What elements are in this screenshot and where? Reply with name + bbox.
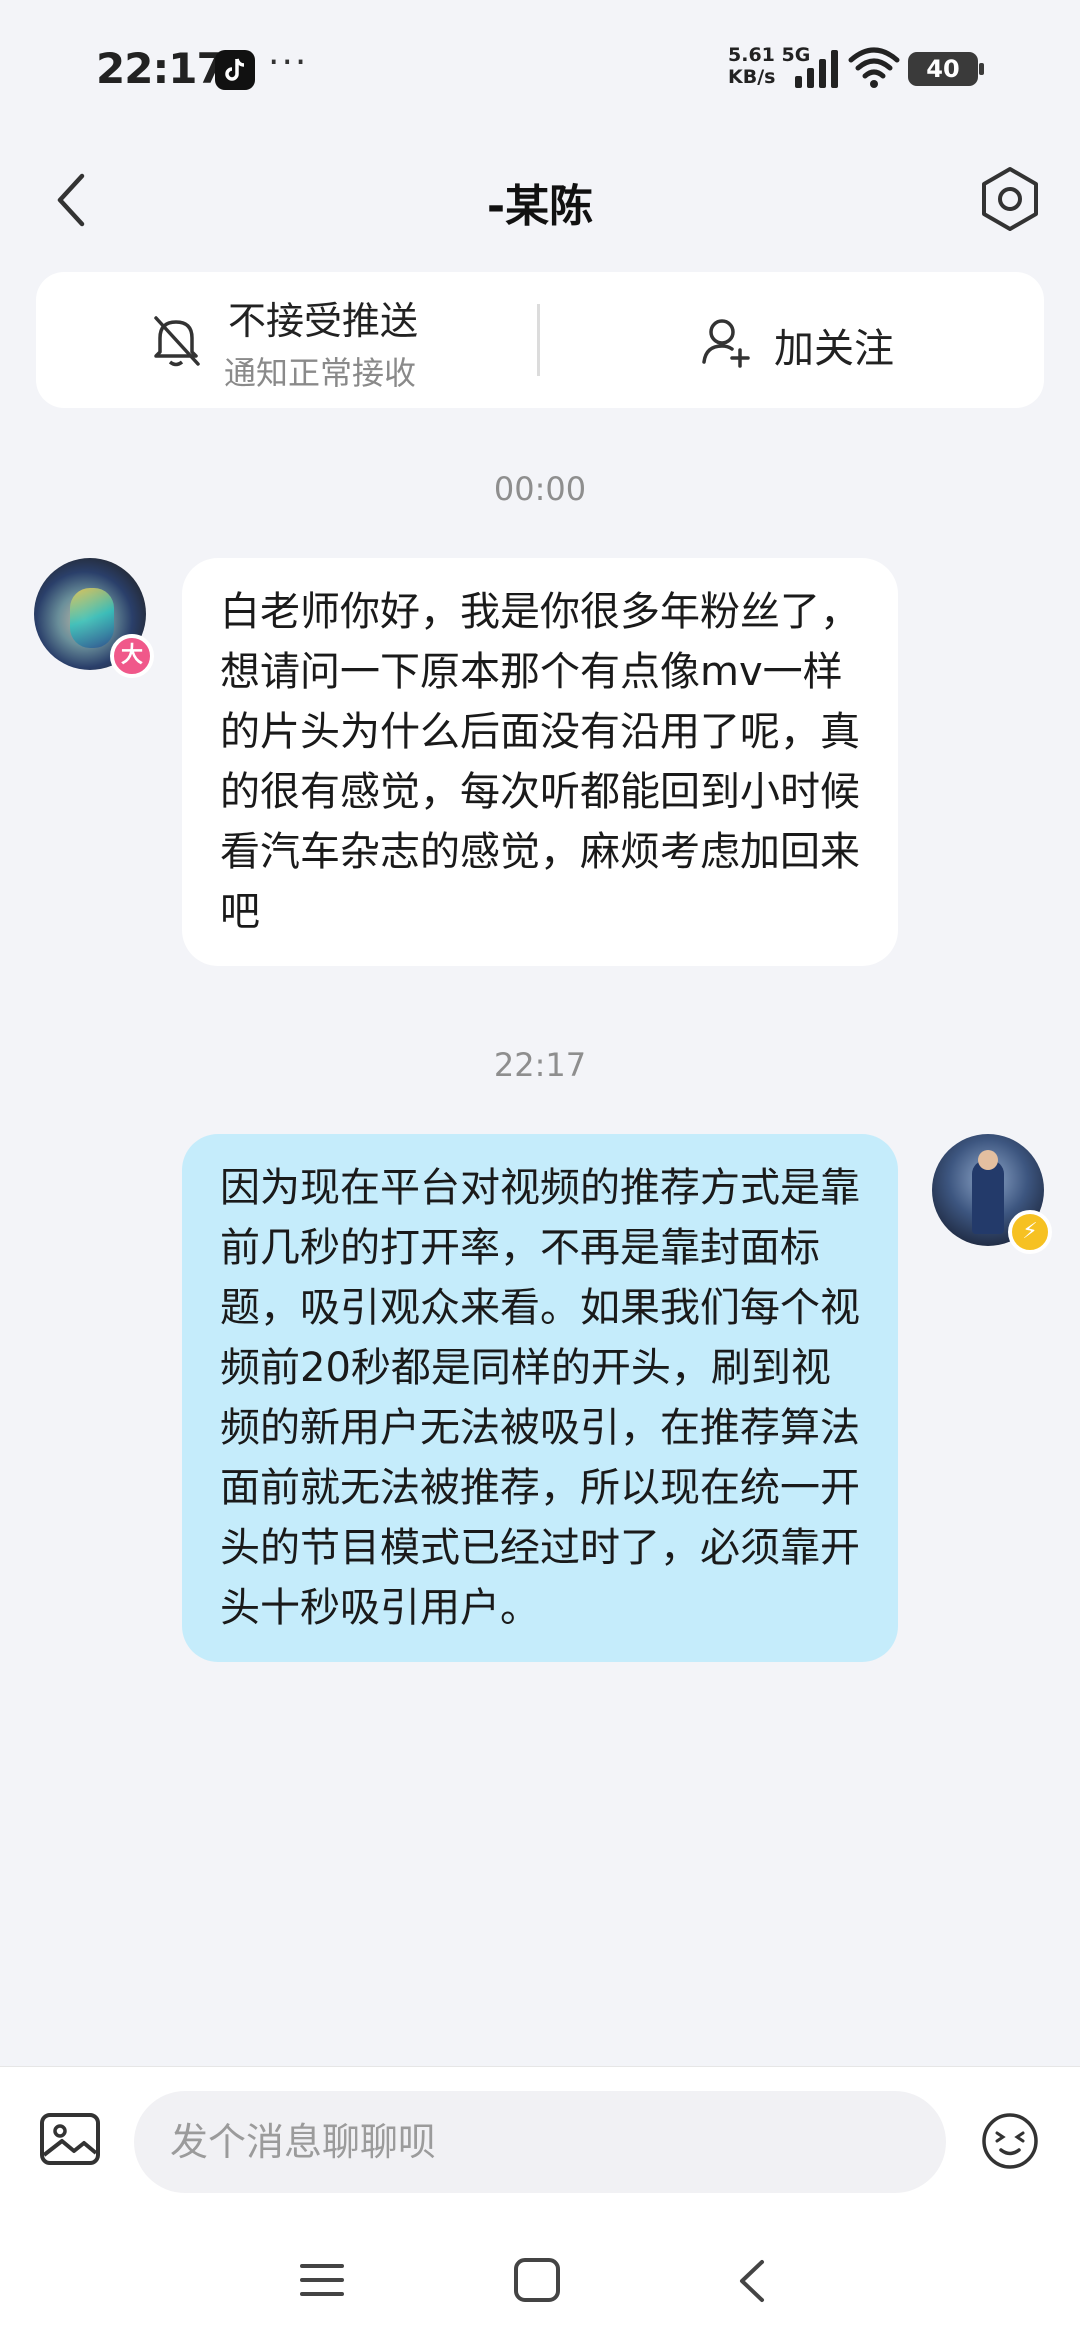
lightning-badge-icon: ⚡: [1008, 1210, 1052, 1254]
status-bar: 22:17 ··· 5.61 5G KB/s 40: [0, 0, 1080, 140]
message-timestamp: 22:17: [493, 1046, 587, 1084]
signal-icon: [795, 50, 838, 88]
settings-hexagon-icon[interactable]: [978, 165, 1042, 233]
input-bar: [0, 2066, 1080, 2217]
card-divider: [537, 304, 540, 376]
menu-icon[interactable]: [298, 2258, 346, 2302]
follow-label: 加关注: [774, 326, 894, 372]
add-user-icon: [702, 319, 750, 368]
message-input[interactable]: [134, 2091, 946, 2193]
tiktok-notification-icon: [215, 50, 255, 90]
emoji-icon[interactable]: [980, 2111, 1040, 2171]
notification-settings-card: 不接受推送 通知正常接收 加关注: [36, 272, 1044, 408]
chat-header: -某陈: [0, 140, 1080, 250]
wifi-icon: [848, 47, 900, 88]
push-title: 不接受推送: [228, 299, 419, 343]
home-square-icon[interactable]: [512, 2256, 562, 2304]
incoming-message-bubble[interactable]: 白老师你好，我是你很多年粉丝了，想请问一下原本那个有点像mv一样的片头为什么后面…: [182, 558, 898, 966]
battery-icon: 40: [908, 52, 984, 86]
status-time: 22:17: [96, 44, 226, 93]
page-title: -某陈: [486, 181, 594, 232]
contact-badge: 大: [110, 634, 154, 678]
more-notifications-icon: ···: [268, 42, 309, 83]
image-icon[interactable]: [38, 2111, 102, 2167]
nav-back-icon[interactable]: [734, 2256, 768, 2306]
message-timestamp: 00:00: [493, 470, 587, 508]
bell-off-icon: [154, 316, 200, 367]
system-navigation-bar: [0, 2216, 1080, 2351]
push-subtitle: 通知正常接收: [224, 354, 417, 392]
outgoing-message-bubble[interactable]: 因为现在平台对视频的推荐方式是靠前几秒的打开率，不再是靠封面标题，吸引观众来看。…: [182, 1134, 898, 1662]
battery-level: 40: [926, 55, 960, 83]
